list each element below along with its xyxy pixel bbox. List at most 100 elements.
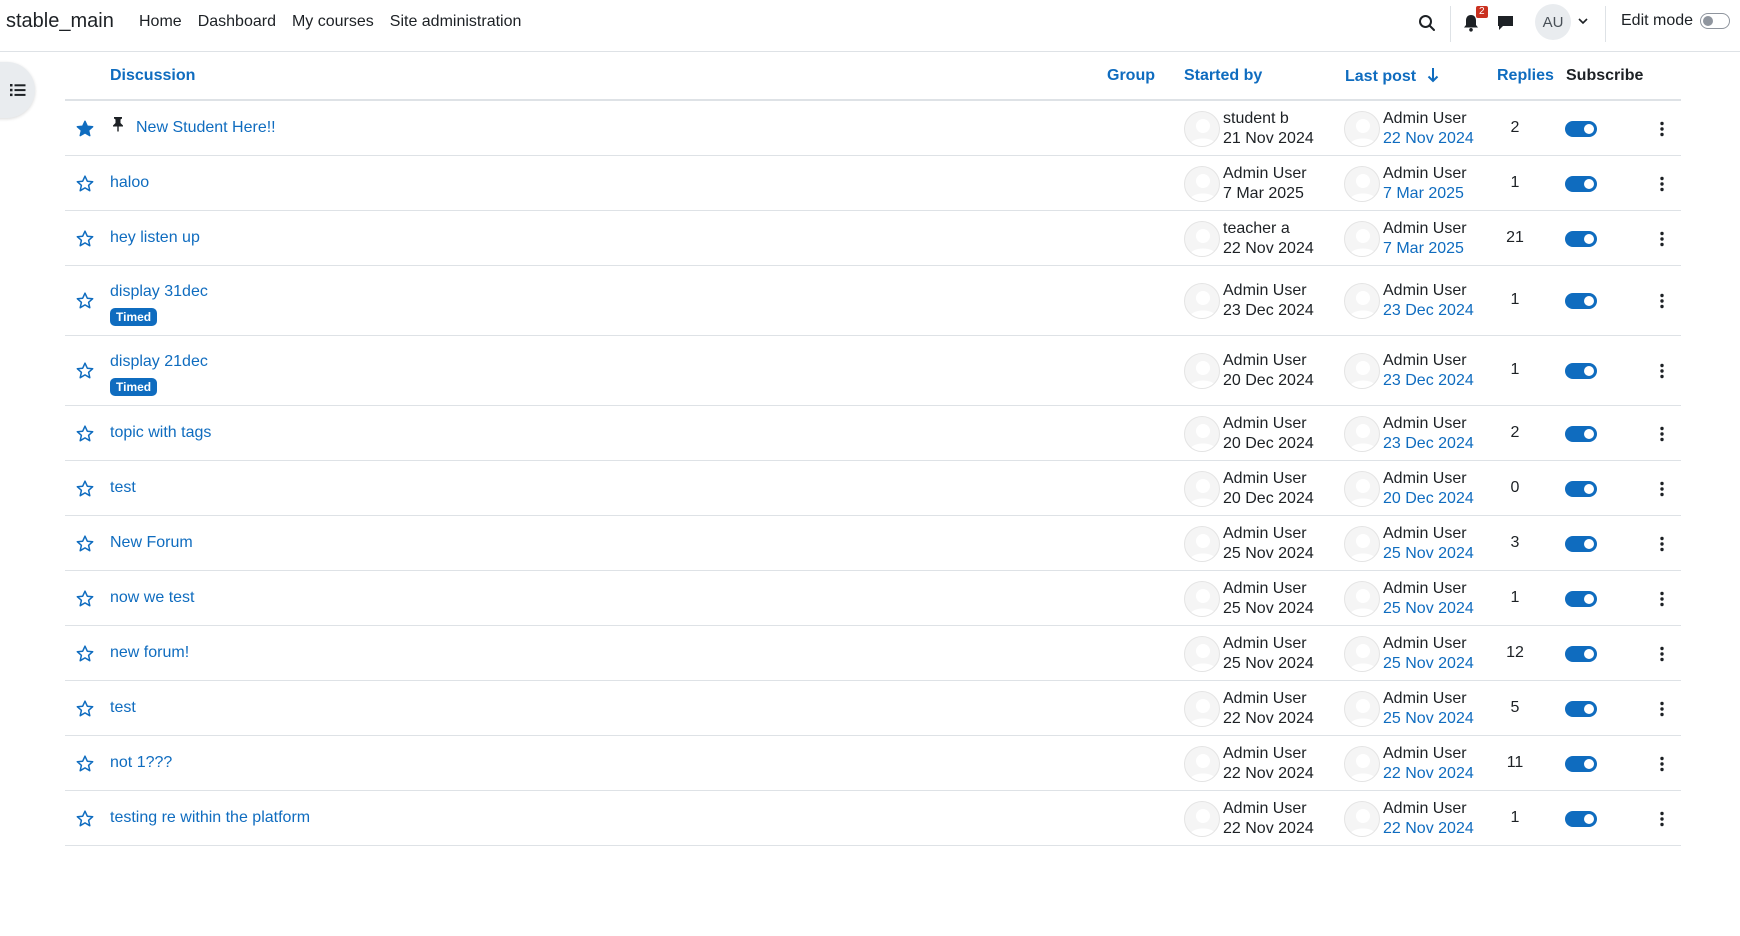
last-post-date-link[interactable]: 25 Nov 2024 bbox=[1383, 709, 1474, 729]
star-icon[interactable] bbox=[76, 362, 94, 380]
kebab-menu-icon[interactable] bbox=[1659, 121, 1665, 137]
last-post-author[interactable]: Admin User bbox=[1383, 634, 1474, 654]
kebab-menu-icon[interactable] bbox=[1659, 811, 1665, 827]
column-header-discussion[interactable]: Discussion bbox=[110, 67, 195, 85]
discussion-title-link[interactable]: test bbox=[110, 699, 136, 717]
starter-avatar[interactable] bbox=[1184, 580, 1220, 617]
last-post-author[interactable]: Admin User bbox=[1383, 351, 1474, 371]
subscribe-toggle[interactable] bbox=[1565, 535, 1597, 552]
last-poster-avatar[interactable] bbox=[1344, 635, 1380, 672]
star-icon[interactable] bbox=[76, 644, 94, 663]
replies-count[interactable]: 1 bbox=[1503, 174, 1527, 192]
last-post-author[interactable]: Admin User bbox=[1383, 109, 1474, 129]
last-post-author[interactable]: Admin User bbox=[1383, 689, 1474, 709]
star-icon[interactable] bbox=[76, 292, 94, 310]
last-poster-avatar[interactable] bbox=[1344, 525, 1380, 562]
subscribe-toggle[interactable] bbox=[1565, 120, 1597, 137]
started-by-name[interactable]: Admin User bbox=[1223, 634, 1314, 654]
replies-count[interactable]: 0 bbox=[1503, 479, 1527, 497]
discussion-title-link[interactable]: testing re within the platform bbox=[110, 809, 310, 827]
kebab-menu-icon[interactable] bbox=[1659, 481, 1665, 497]
starter-avatar[interactable] bbox=[1184, 525, 1220, 562]
started-by-name[interactable]: Admin User bbox=[1223, 469, 1314, 489]
discussion-title-link[interactable]: New Student Here!! bbox=[136, 119, 276, 137]
kebab-menu-icon[interactable] bbox=[1659, 646, 1665, 662]
discussion-title-link[interactable]: test bbox=[110, 479, 136, 497]
started-by-name[interactable]: teacher a bbox=[1223, 219, 1314, 239]
last-post-date-link[interactable]: 20 Dec 2024 bbox=[1383, 489, 1474, 509]
star-icon[interactable] bbox=[76, 479, 94, 498]
started-by-name[interactable]: Admin User bbox=[1223, 744, 1314, 764]
kebab-menu-icon[interactable] bbox=[1659, 176, 1665, 192]
star-icon[interactable] bbox=[76, 589, 94, 608]
course-index-drawer-button[interactable] bbox=[0, 62, 35, 118]
last-post-author[interactable]: Admin User bbox=[1383, 799, 1474, 819]
kebab-menu-icon[interactable] bbox=[1659, 231, 1665, 247]
subscribe-toggle[interactable] bbox=[1565, 175, 1597, 192]
last-poster-avatar[interactable] bbox=[1344, 283, 1380, 319]
last-post-author[interactable]: Admin User bbox=[1383, 281, 1474, 301]
star-icon[interactable] bbox=[76, 809, 94, 828]
discussion-title-link[interactable]: now we test bbox=[110, 589, 194, 607]
replies-count[interactable]: 1 bbox=[1503, 809, 1527, 827]
replies-count[interactable]: 1 bbox=[1503, 291, 1527, 309]
started-by-name[interactable]: student b bbox=[1223, 109, 1314, 129]
last-post-author[interactable]: Admin User bbox=[1383, 414, 1474, 434]
nav-link-my-courses[interactable]: My courses bbox=[292, 13, 374, 31]
starter-avatar[interactable] bbox=[1184, 635, 1220, 672]
kebab-menu-icon[interactable] bbox=[1659, 701, 1665, 717]
star-icon[interactable] bbox=[76, 699, 94, 718]
replies-count[interactable]: 1 bbox=[1503, 589, 1527, 607]
last-poster-avatar[interactable] bbox=[1344, 690, 1380, 727]
started-by-name[interactable]: Admin User bbox=[1223, 524, 1314, 544]
discussion-title-link[interactable]: haloo bbox=[110, 174, 149, 192]
replies-count[interactable]: 3 bbox=[1503, 534, 1527, 552]
subscribe-toggle[interactable] bbox=[1565, 293, 1597, 309]
star-icon[interactable] bbox=[76, 754, 94, 773]
starter-avatar[interactable] bbox=[1184, 353, 1220, 389]
last-poster-avatar[interactable] bbox=[1344, 800, 1380, 837]
subscribe-toggle[interactable] bbox=[1565, 363, 1597, 379]
last-poster-avatar[interactable] bbox=[1344, 220, 1380, 257]
subscribe-toggle[interactable] bbox=[1565, 590, 1597, 607]
last-post-date-link[interactable]: 22 Nov 2024 bbox=[1383, 129, 1474, 149]
search-button[interactable] bbox=[1414, 10, 1440, 36]
kebab-menu-icon[interactable] bbox=[1659, 591, 1665, 607]
replies-count[interactable]: 2 bbox=[1503, 119, 1527, 137]
kebab-menu-icon[interactable] bbox=[1659, 756, 1665, 772]
last-poster-avatar[interactable] bbox=[1344, 353, 1380, 389]
last-post-date-link[interactable]: 25 Nov 2024 bbox=[1383, 544, 1474, 564]
last-post-author[interactable]: Admin User bbox=[1383, 469, 1474, 489]
subscribe-toggle[interactable] bbox=[1565, 645, 1597, 662]
replies-count[interactable]: 12 bbox=[1503, 644, 1527, 662]
started-by-name[interactable]: Admin User bbox=[1223, 689, 1314, 709]
nav-link-dashboard[interactable]: Dashboard bbox=[198, 13, 276, 31]
last-poster-avatar[interactable] bbox=[1344, 745, 1380, 782]
subscribe-toggle[interactable] bbox=[1565, 755, 1597, 772]
discussion-title-link[interactable]: new forum! bbox=[110, 644, 189, 662]
star-icon[interactable] bbox=[76, 174, 94, 193]
kebab-menu-icon[interactable] bbox=[1659, 293, 1665, 309]
column-header-started-by[interactable]: Started by bbox=[1184, 67, 1262, 85]
replies-count[interactable]: 2 bbox=[1503, 424, 1527, 442]
starter-avatar[interactable] bbox=[1184, 165, 1220, 202]
last-post-author[interactable]: Admin User bbox=[1383, 219, 1467, 239]
started-by-name[interactable]: Admin User bbox=[1223, 799, 1314, 819]
user-menu-dropdown[interactable] bbox=[1576, 14, 1590, 28]
messages-button[interactable] bbox=[1492, 10, 1518, 36]
last-post-date-link[interactable]: 22 Nov 2024 bbox=[1383, 764, 1474, 784]
edit-mode-toggle[interactable] bbox=[1700, 13, 1730, 29]
last-poster-avatar[interactable] bbox=[1344, 580, 1380, 617]
kebab-menu-icon[interactable] bbox=[1659, 536, 1665, 552]
last-post-date-link[interactable]: 25 Nov 2024 bbox=[1383, 654, 1474, 674]
column-header-replies[interactable]: Replies bbox=[1497, 67, 1554, 85]
subscribe-toggle[interactable] bbox=[1565, 480, 1597, 497]
replies-count[interactable]: 1 bbox=[1503, 361, 1527, 379]
started-by-name[interactable]: Admin User bbox=[1223, 281, 1314, 301]
discussion-title-link[interactable]: New Forum bbox=[110, 534, 193, 552]
kebab-menu-icon[interactable] bbox=[1659, 426, 1665, 442]
discussion-title-link[interactable]: not 1??? bbox=[110, 754, 172, 772]
last-post-date-link[interactable]: 25 Nov 2024 bbox=[1383, 599, 1474, 619]
starter-avatar[interactable] bbox=[1184, 283, 1220, 319]
starter-avatar[interactable] bbox=[1184, 220, 1220, 257]
